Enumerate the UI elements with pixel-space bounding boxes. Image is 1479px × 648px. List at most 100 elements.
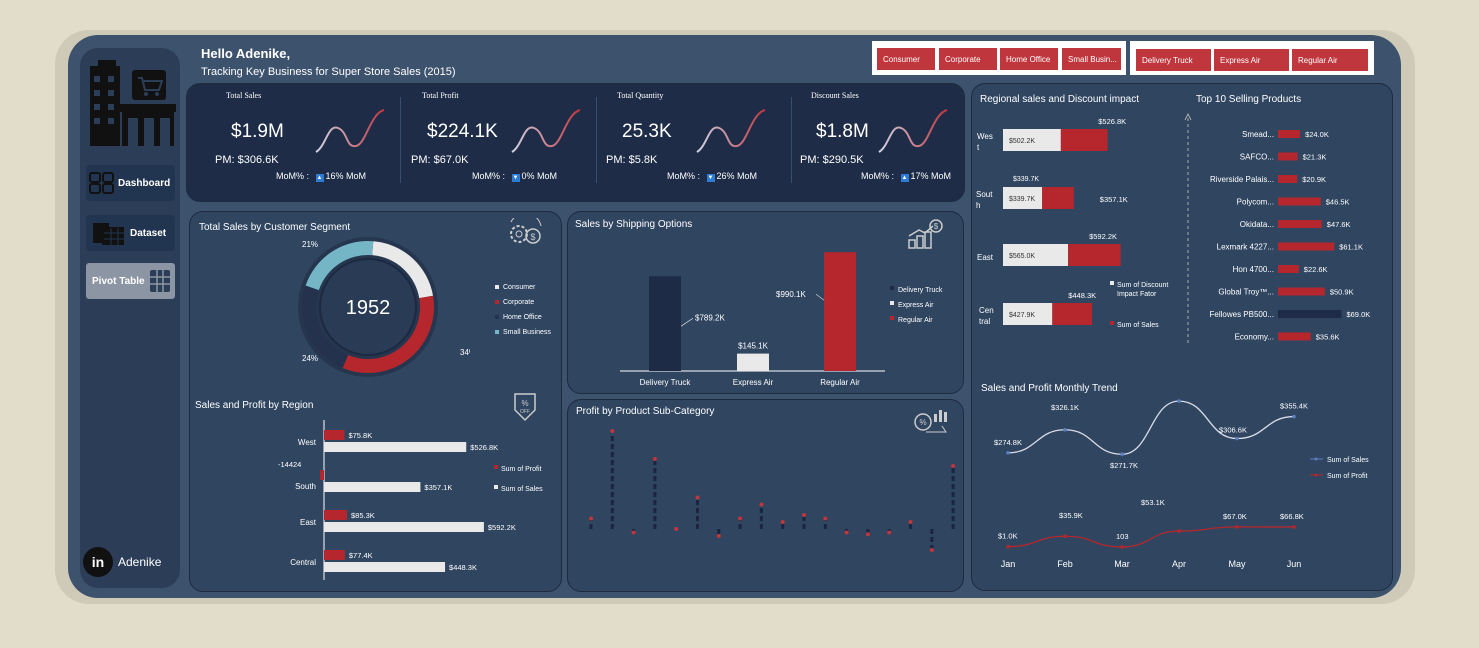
top10-value-4: $47.6K [1327, 220, 1351, 229]
top10-value-0: $24.0K [1305, 130, 1329, 139]
profit-label-1: $35.9K [1059, 511, 1083, 520]
shipping-legend-swatch-1 [890, 301, 894, 305]
shipping-legend-swatch-0 [890, 286, 894, 290]
discount-top-label: $339.7K [1013, 176, 1039, 183]
region-legend-0: Sum of Profit [501, 466, 542, 473]
slicer-home-office[interactable]: Home Office [999, 47, 1059, 71]
subcat-point-14 [887, 530, 892, 535]
region-label-part: Sout [976, 190, 993, 199]
mom-label: MoM% : [472, 171, 506, 181]
subcat-point-7 [738, 516, 743, 521]
kpi-sparkline-3 [878, 109, 948, 153]
sales-bar-0 [324, 442, 467, 452]
discount-region-1: Sout h [976, 190, 993, 210]
slicer-delivery-truck[interactable]: Delivery Truck [1135, 48, 1212, 72]
sales-point-2 [1120, 452, 1124, 457]
sales-label-2: $271.7K [1110, 461, 1138, 470]
region-label-part: tral [979, 317, 990, 326]
svg-text:in: in [92, 554, 104, 570]
dashboard-grid-icon [89, 172, 114, 194]
top10-cat-7: Global Troy™... [1218, 288, 1274, 297]
segment-legend-item: Home Office [495, 314, 542, 321]
region-bar-chart: West $75.8K $526.8K South -14424 $357.1K East $… [278, 420, 543, 580]
slicer-express-air[interactable]: Express Air [1213, 48, 1290, 72]
profit-bar-3 [324, 550, 345, 560]
subcat-point-3 [652, 457, 657, 461]
shipping-cat-2: Regular Air [820, 378, 860, 387]
kpi-mom-2: MoM% : ▼ 26% MoM [667, 171, 757, 182]
legend-label: Home Office [503, 314, 542, 321]
top10-cat-5: Lexmark 4227... [1217, 243, 1274, 252]
mom-value: 26% MoM [716, 171, 758, 181]
nav-dataset-label: Dataset [130, 227, 167, 239]
trend-month-0: Jan [1001, 559, 1016, 569]
kpi-pm-1: PM: $67.0K [411, 154, 469, 166]
profit-point-2 [1120, 545, 1124, 549]
top10-bar-3 [1278, 197, 1321, 206]
subcat-point-8 [759, 502, 764, 507]
slicer-consumer[interactable]: Consumer [876, 47, 936, 71]
slicer-regular-air[interactable]: Regular Air [1291, 48, 1369, 72]
sparkline-path [696, 109, 766, 153]
shipping-bar-2 [824, 252, 856, 371]
sales-point-0 [1006, 451, 1010, 455]
nav-dataset-button[interactable]: Dataset [86, 215, 175, 251]
discount-bar-chart: Wes t $502.2K $526.8K Sout h $339.7K $339.7K $35… [976, 117, 1168, 329]
subcat-point-13 [865, 532, 870, 537]
region-label-part: Cen [979, 306, 994, 315]
sales-label-2: $592.2K [488, 523, 516, 532]
subcat-point-15 [908, 520, 913, 524]
linkedin-icon[interactable]: in [82, 546, 114, 578]
region-label-part: t [977, 143, 980, 152]
kpi-pm-0: PM: $306.6K [215, 154, 279, 166]
trend-legend-0: Sum of Sales [1327, 457, 1369, 464]
sales-label-0: $274.8K [994, 438, 1022, 447]
monthly-trend-chart: $274.8K$326.1K$271.7K$389.8K$306.6K$355.… [994, 399, 1369, 569]
profit-label-3: $77.4K [349, 551, 373, 560]
sales-label-1: $326.1K [1051, 403, 1079, 412]
kpi-sparkline-0 [315, 109, 385, 153]
svg-text:$: $ [530, 232, 535, 242]
profit-label-0: $1.0K [998, 532, 1018, 541]
sales-bar-1 [324, 482, 421, 492]
top10-cat-1: SAFCO... [1240, 153, 1274, 162]
profit-point-1 [1063, 534, 1067, 539]
sales-bar-1 [1042, 187, 1074, 209]
legend-label-part: Impact Fator [1117, 291, 1157, 298]
top10-value-6: $22.6K [1304, 265, 1328, 274]
svg-text:%: % [521, 399, 528, 408]
trend-month-1: Feb [1057, 559, 1073, 569]
trend-legend-dot-1 [1314, 473, 1318, 477]
donut-pct-label-3: 21% [302, 240, 318, 249]
discount-label-2: $565.0K [1009, 253, 1035, 260]
subcat-point-4 [674, 527, 679, 531]
legend-label: Consumer [503, 284, 536, 291]
top10-value-3: $46.5K [1326, 198, 1350, 207]
donut-pct-label-1: 34% [460, 348, 470, 357]
arrow-up-icon: ▲ [900, 174, 909, 182]
shipping-value-2: $990.1K [776, 290, 806, 299]
slicer-corporate[interactable]: Corporate [938, 47, 998, 71]
top10-bar-7 [1278, 287, 1325, 296]
sales-bar-0 [1060, 129, 1108, 151]
nav-pivot-table-button[interactable]: Pivot Table [86, 263, 175, 299]
top10-cat-6: Hon 4700... [1233, 265, 1274, 274]
region-label-1: South [295, 482, 316, 491]
segment-legend-item: Consumer [495, 284, 535, 291]
kpi-divider-1 [596, 97, 597, 183]
top10-cat-2: Riverside Palais... [1210, 175, 1274, 184]
trend-month-4: May [1228, 559, 1246, 569]
mom-label: MoM% : [861, 171, 895, 181]
trend-month-3: Apr [1172, 559, 1186, 569]
profit-label-2: 103 [1116, 532, 1129, 541]
sales-label-5: $355.4K [1280, 402, 1308, 411]
subcat-point-10 [802, 513, 806, 517]
profit-point-5 [1292, 525, 1296, 529]
svg-text:OFF: OFF [520, 409, 530, 415]
kpi-divider-2 [791, 97, 792, 183]
region-legend-swatch-1 [494, 485, 498, 489]
sparkline-path [511, 109, 581, 153]
svg-text:$: $ [934, 222, 939, 231]
nav-dashboard-button[interactable]: Dashboard [86, 165, 175, 201]
slicer-small-business[interactable]: Small Busin... [1061, 47, 1122, 71]
